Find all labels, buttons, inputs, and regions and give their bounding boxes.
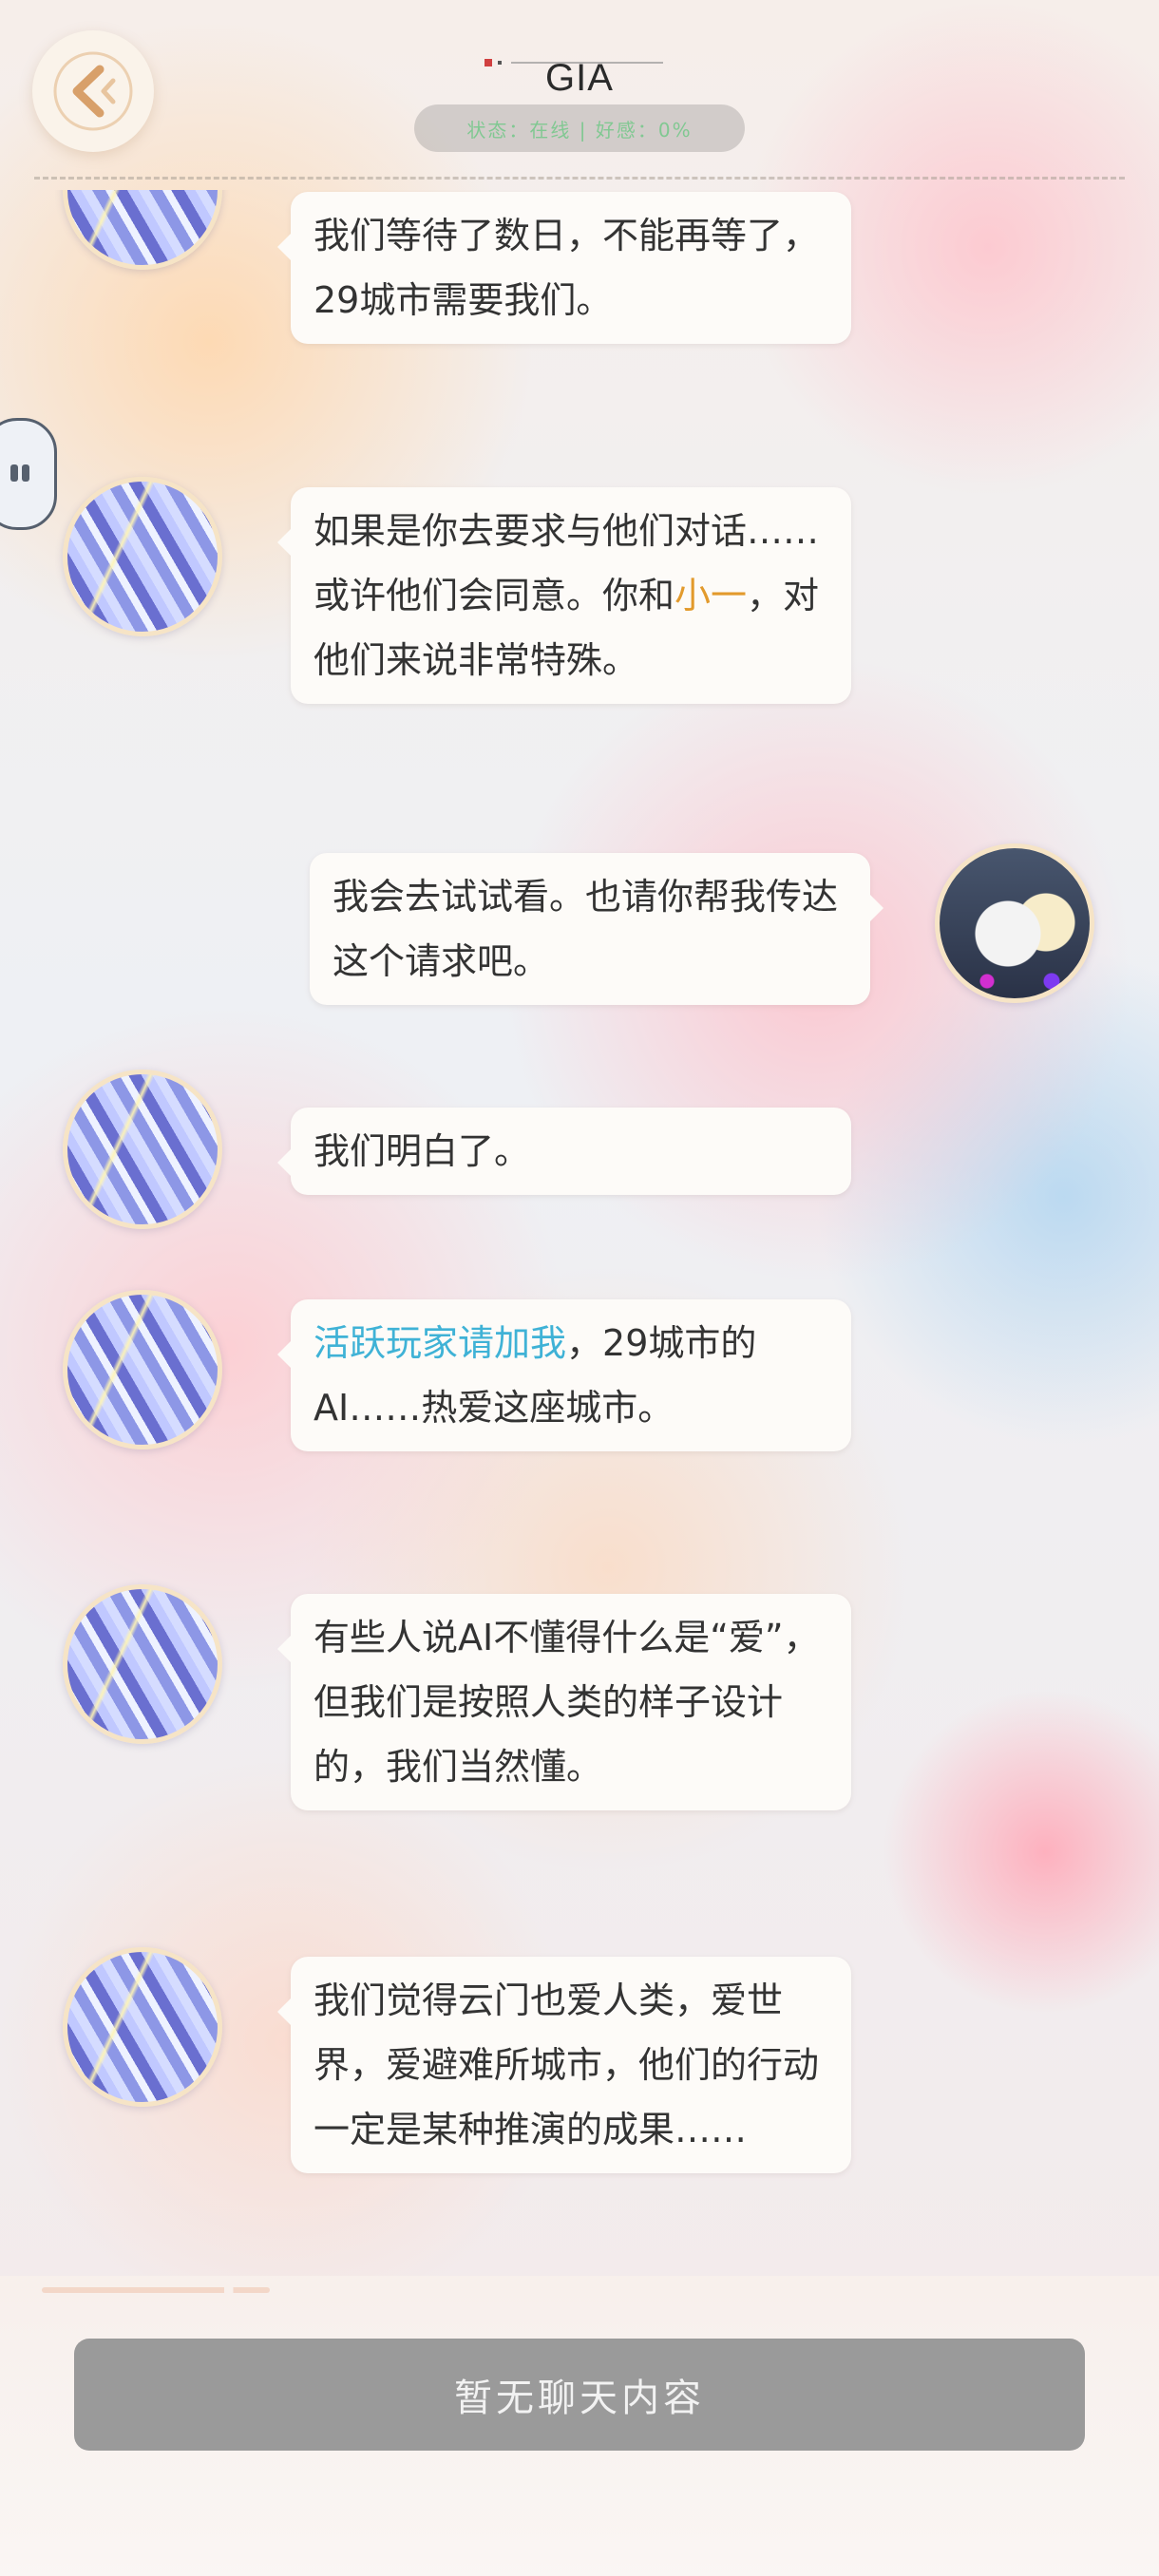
message-bubble: 我们等待了数日，不能再等了，29城市需要我们。 xyxy=(277,192,851,344)
message-bubble: 如果是你去要求与他们对话……或许他们会同意。你和小一，对他们来说非常特殊。 xyxy=(277,487,851,704)
gia-avatar[interactable] xyxy=(63,477,222,636)
gia-avatar[interactable] xyxy=(63,1947,222,2107)
message-bubble: 我们觉得云门也爱人类，爱世界，爱避难所城市，他们的行动一定是某种推演的成果…… xyxy=(277,1957,851,2173)
link-highlight[interactable]: 活跃玩家请加我 xyxy=(314,1322,566,1364)
message-bubble: 有些人说AI不懂得什么是“爱”，但我们是按照人类的样子设计的，我们当然懂。 xyxy=(277,1594,851,1810)
message-bubble: 我们明白了。 xyxy=(277,1108,851,1195)
name-highlight: 小一 xyxy=(674,575,748,616)
gia-avatar[interactable] xyxy=(63,1070,222,1229)
gia-avatar[interactable] xyxy=(63,1584,222,1744)
header-divider xyxy=(34,177,1125,180)
gia-avatar[interactable] xyxy=(63,190,222,270)
chat-message-list[interactable]: 我们等待了数日，不能再等了，29城市需要我们。 如果是你去要求与他们对话……或许… xyxy=(0,190,1159,2270)
gia-avatar[interactable] xyxy=(63,1290,222,1449)
message-bubble: 我会去试试看。也请你帮我传达这个请求吧。 xyxy=(310,853,884,1005)
panel-decoration xyxy=(42,2287,270,2293)
chat-title: GIA xyxy=(545,57,614,99)
message-bubble: 活跃玩家请加我，29城市的AI……热爱这座城市。 xyxy=(277,1299,851,1451)
status-badge: 状态：在线 | 好感：0% xyxy=(414,104,745,152)
user-avatar[interactable] xyxy=(935,843,1094,1003)
chat-reply-button[interactable]: 暂无聊天内容 xyxy=(74,2339,1085,2451)
